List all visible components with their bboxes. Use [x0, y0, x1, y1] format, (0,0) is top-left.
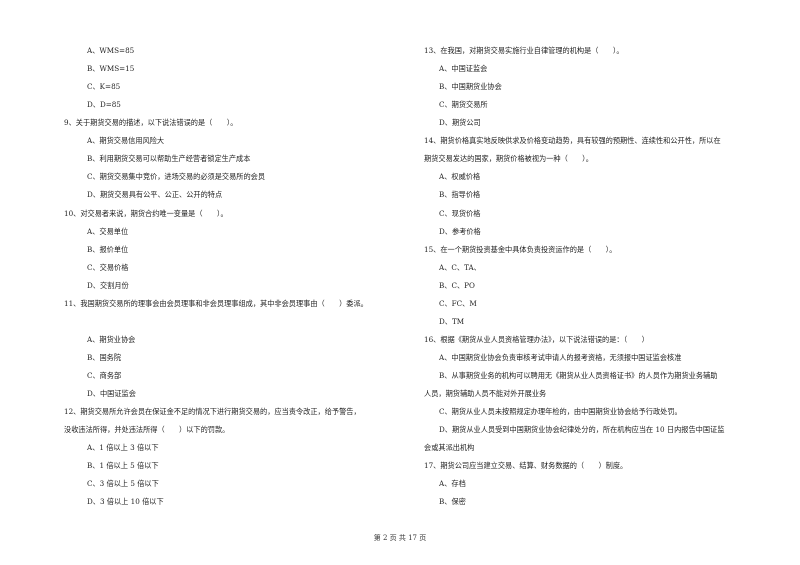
q13-option-d: D、期货公司	[439, 118, 481, 127]
q15-stem: 15、在一个期货投资基金中具体负责投资运作的是（ ）。	[424, 245, 617, 254]
q13-option-b: B、中国期货业协会	[439, 82, 502, 91]
q8-option-d: D、D=85	[87, 100, 121, 109]
q8-option-a: A、WMS=85	[87, 46, 135, 55]
q10-stem: 10、对交易者来说，期货合约唯一变量是（ ）。	[64, 209, 228, 218]
q11-option-b: B、国务院	[87, 353, 122, 362]
q16-option-d-line2: 会或其派出机构	[424, 443, 475, 452]
q10-option-a: A、交易单位	[87, 227, 129, 236]
q9-option-d: D、期货交易具有公平、公正、公开的特点	[87, 190, 223, 199]
q12-option-d: D、3 倍以上 10 倍以下	[87, 497, 164, 506]
q13-option-c: C、期货交易所	[439, 100, 488, 109]
q10-option-c: C、交易价格	[87, 263, 129, 272]
q15-option-b: B、C、PO	[439, 281, 475, 290]
page-number-footer: 第 2 页 共 17 页	[373, 534, 427, 542]
q14-option-d: D、参考价格	[439, 227, 481, 236]
q11-option-a: A、期货业协会	[87, 335, 136, 344]
q14-stem-line1: 14、期货价格真实地反映供求及价格变动趋势，具有较强的预期性、连续性和公开性，所…	[424, 136, 721, 145]
q16-option-b-line1: B、从事期货业务的机构可以聘用无《期货从业人员资格证书》的人员作为期货业务辅助	[439, 371, 718, 380]
q10-option-b: B、报价单位	[87, 245, 129, 254]
q16-option-d-line1: D、期货从业人员受到中国期货业协会纪律处分的，所在机构应当在 10 日内报告中国…	[439, 425, 725, 434]
q15-option-d: D、TM	[439, 317, 465, 326]
q16-stem: 16、根据《期货从业人员资格管理办法》，以下说法错误的是：（ ）	[424, 335, 649, 344]
q12-stem-line2: 没收违法所得，并处违法所得（ ）以下的罚款。	[64, 425, 230, 434]
q9-option-a: A、期货交易信用风险大	[87, 136, 165, 145]
q14-option-a: A、权威价格	[439, 172, 481, 181]
q11-option-d: D、中国证监会	[87, 389, 136, 398]
q12-stem-line1: 12、期货交易所允许会员在保证金不足的情况下进行期货交易的，应当责令改正，给予警…	[64, 407, 361, 416]
q9-option-b: B、利用期货交易可以帮助生产经营者锁定生产成本	[87, 154, 251, 163]
q13-option-a: A、中国证监会	[439, 64, 488, 73]
q16-option-b-line2: 人员，期货辅助人员不能对外开展业务	[424, 389, 547, 398]
q15-option-c: C、FC、M	[439, 299, 477, 308]
q16-option-c: C、期货从业人员未按照规定办理年检的，由中国期货业协会给予行政处罚。	[439, 407, 682, 416]
q17-option-b: B、保密	[439, 497, 466, 506]
q9-stem: 9、关于期货交易的描述，以下说法错误的是（ ）。	[64, 118, 238, 127]
q15-option-a: A、C、TA、	[439, 263, 481, 272]
q16-option-a: A、中国期货业协会负责审核考试申请人的报考资格，无须报中国证监会核准	[439, 353, 682, 362]
q10-option-d: D、交割月份	[87, 281, 129, 290]
q14-option-b: B、指导价格	[439, 190, 481, 199]
q13-stem: 13、在我国，对期货交易实施行业自律管理的机构是（ ）。	[424, 46, 624, 55]
q12-option-a: A、1 倍以上 3 倍以下	[87, 443, 159, 452]
q9-option-c: C、期货交易集中竞价，进场交易的必须是交易所的会员	[87, 172, 266, 181]
q11-option-c: C、商务部	[87, 371, 122, 380]
q14-option-c: C、现货价格	[439, 209, 481, 218]
exam-page: A、WMS=85 B、WMS=15 C、K=85 D、D=85 9、关于期货交易…	[0, 0, 800, 565]
q12-option-b: B、1 倍以上 5 倍以下	[87, 461, 159, 470]
q17-option-a: A、存档	[439, 479, 466, 488]
q17-stem: 17、期货公司应当建立交易、结算、财务数据的（ ）制度。	[424, 461, 628, 470]
q8-option-b: B、WMS=15	[87, 64, 135, 73]
q14-stem-line2: 期货交易发达的国家，期货价格被视为一种（ ）。	[424, 154, 593, 163]
q12-option-c: C、3 倍以上 5 倍以下	[87, 479, 159, 488]
q8-option-c: C、K=85	[87, 82, 121, 91]
q11-stem: 11、我国期货交易所的理事会由会员理事和非会员理事组成，其中非会员理事由（ ）委…	[64, 299, 368, 308]
